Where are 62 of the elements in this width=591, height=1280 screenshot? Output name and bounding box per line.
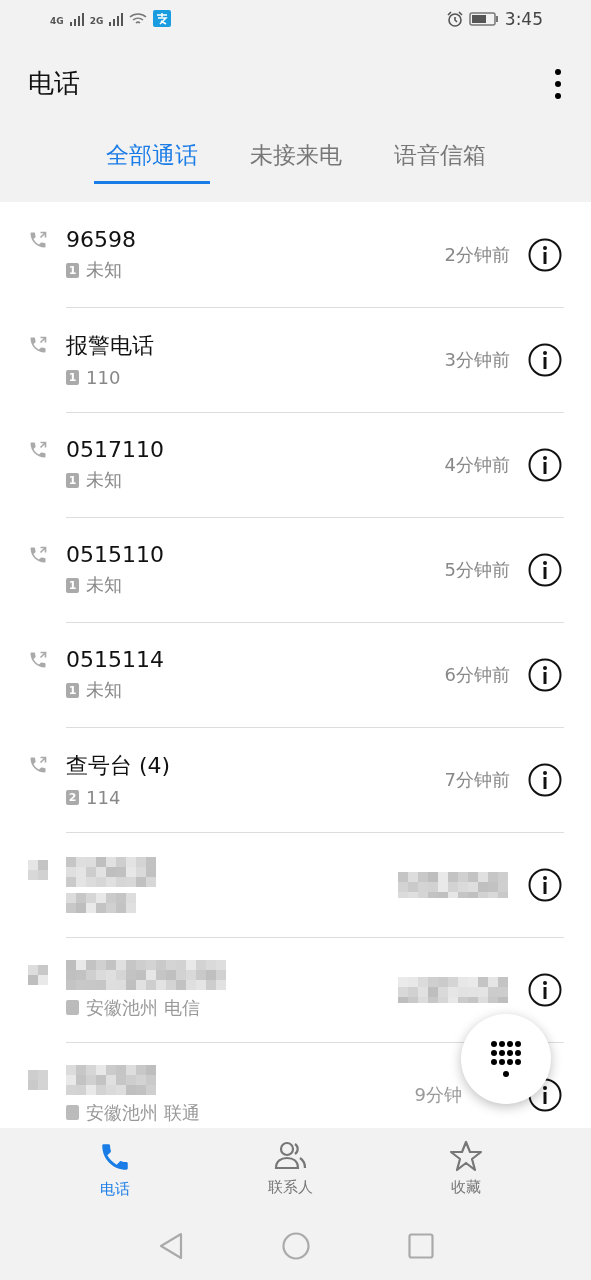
caller-name: 0515114 [66,647,165,673]
caller-name: 0517110 [66,437,165,463]
info-icon[interactable] [528,762,562,797]
sim-badge: 1 [66,577,79,593]
call-detail: 114 [86,787,121,809]
call-time: 5分钟前 [444,557,510,582]
call-time: 3分钟前 [444,347,510,372]
call-detail: 未知 [86,573,122,598]
more-icon[interactable] [555,68,561,99]
contacts-icon [273,1139,308,1172]
blurred-text [28,860,48,881]
caller-name: 96598 [66,227,137,253]
blurred-text [28,1070,48,1091]
info-icon[interactable] [528,867,562,902]
info-icon[interactable] [528,552,562,587]
sim-badge: 1 [66,682,79,698]
alarm-icon [446,10,463,27]
sim-badge: 2 [66,790,79,806]
call-time: 4分钟前 [444,452,510,477]
dialpad-button[interactable] [461,1014,551,1105]
sim-badge: 1 [66,370,79,386]
call-detail: 未知 [86,258,122,283]
nav-tab[interactable]: 联系人 [262,1127,319,1218]
sim-badge [66,1000,79,1016]
info-icon[interactable] [528,237,562,272]
info-icon[interactable] [528,657,562,692]
blurred-text [28,965,48,986]
star-icon [449,1139,483,1172]
call-time: 7分钟前 [444,767,510,792]
caller-name: 查号台 (4) [66,752,172,781]
call-time: 6分钟前 [444,662,510,687]
app-icon [153,10,172,28]
network-type: 2G [89,16,104,27]
nav-tab[interactable]: 电话 [92,1127,138,1218]
call-detail: 安徽池州 联通 [86,1100,200,1125]
info-icon[interactable] [528,447,562,482]
dialpad-icon [491,1041,521,1078]
caller-name: 0515110 [66,542,165,568]
wifi-icon [129,11,148,26]
blurred-text [66,892,136,913]
tab[interactable]: 未接来电 [237,139,354,184]
tab[interactable]: 语音信箱 [381,139,498,184]
call-detail: 安徽池州 电信 [86,995,200,1020]
battery-icon [468,11,499,26]
sim-badge: 1 [66,472,79,488]
signal-icon [69,11,84,26]
signal-icon [109,11,124,26]
tab[interactable]: 全部通话 [93,139,210,184]
sim-badge: 1 [66,262,79,278]
info-icon[interactable] [528,972,562,1007]
call-detail: 未知 [86,468,122,493]
call-detail: 110 [86,367,121,389]
page-title: 电话 [28,67,81,101]
sim-badge [66,1105,79,1121]
nav-tab[interactable]: 收藏 [443,1127,489,1218]
info-icon[interactable] [528,342,562,377]
caller-name: 报警电话 [66,332,155,361]
call-time: 2分钟前 [444,242,510,267]
call-detail: 未知 [86,678,122,703]
clock-time: 3:45 [504,8,543,29]
network-type: 4G [50,16,64,27]
call-time: 9分钟 [414,1082,462,1107]
